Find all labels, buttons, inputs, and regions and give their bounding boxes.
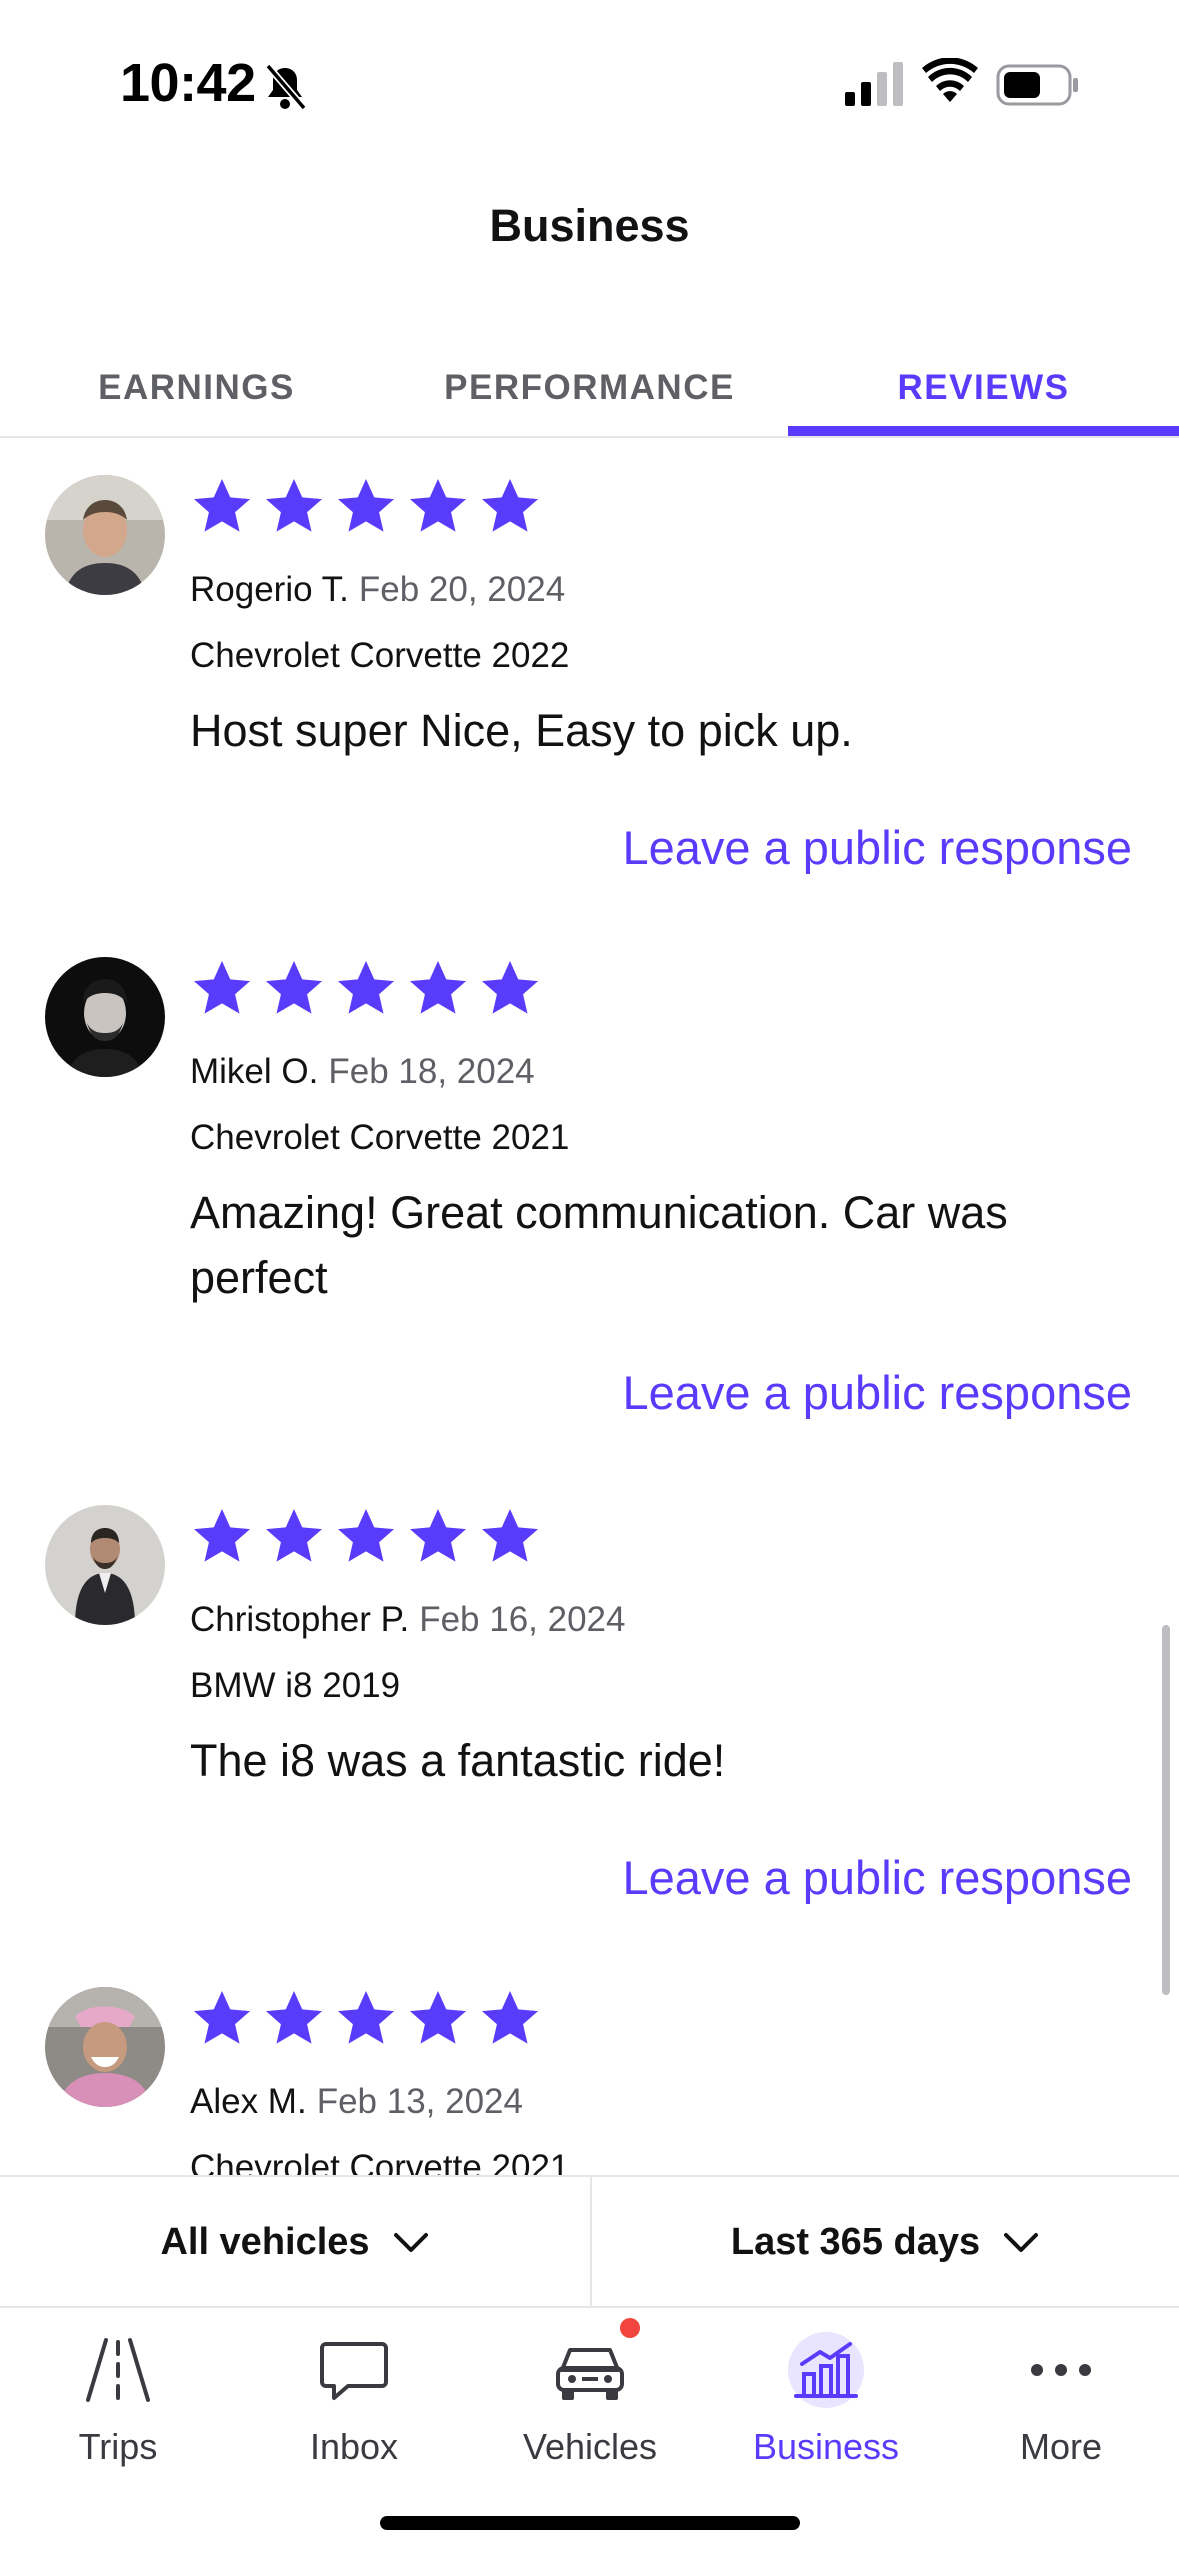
reviewer-meta: Mikel O. Feb 18, 2024 xyxy=(190,1052,535,1092)
cellular-signal-icon xyxy=(845,62,903,106)
rating-stars xyxy=(190,957,542,1021)
review-date: Feb 16, 2024 xyxy=(419,1600,626,1639)
status-bar: 10:42 xyxy=(0,0,1179,150)
reviewer-avatar xyxy=(45,1505,165,1625)
nav-trips[interactable]: Trips xyxy=(0,2310,236,2467)
star-icon xyxy=(194,1509,250,1562)
reviews-list[interactable]: Rogerio T. Feb 20, 2024 Chevrolet Corvett… xyxy=(0,440,1179,2175)
star-icon xyxy=(410,479,466,532)
star-icon xyxy=(338,961,394,1014)
tab-reviews[interactable]: REVIEWS xyxy=(788,338,1179,438)
star-icon xyxy=(482,1509,538,1562)
vehicle-filter-dropdown[interactable]: All vehicles xyxy=(0,2177,590,2308)
star-icon xyxy=(410,961,466,1014)
filter-bar: All vehicles Last 365 days xyxy=(0,2175,1179,2308)
review-date: Feb 13, 2024 xyxy=(316,2082,523,2121)
review-vehicle: BMW i8 2019 xyxy=(190,1666,401,1705)
nav-inbox[interactable]: Inbox xyxy=(236,2310,472,2467)
star-icon xyxy=(482,479,538,532)
nav-label: Vehicles xyxy=(522,2426,658,2467)
tab-earnings[interactable]: EARNINGS xyxy=(0,338,393,438)
tab-bar: EARNINGS PERFORMANCE REVIEWS xyxy=(0,338,1179,438)
star-icon xyxy=(338,1991,394,2044)
reviewer-meta: Rogerio T. Feb 20, 2024 xyxy=(190,570,565,610)
nav-label: Business xyxy=(752,2426,900,2467)
reviewer-avatar xyxy=(45,1987,165,2107)
rating-stars xyxy=(190,475,542,539)
bar-chart-icon xyxy=(788,2332,864,2408)
star-icon xyxy=(194,1991,250,2044)
reviewer-meta: Alex M. Feb 13, 2024 xyxy=(190,2082,523,2122)
home-indicator[interactable] xyxy=(380,2516,800,2530)
star-icon xyxy=(266,479,322,532)
star-icon xyxy=(194,961,250,1014)
star-icon xyxy=(338,479,394,532)
road-icon xyxy=(86,2338,150,2402)
tab-performance[interactable]: PERFORMANCE xyxy=(393,338,786,438)
reviewer-name: Christopher P. xyxy=(190,1600,410,1639)
period-filter-label: Last 365 days xyxy=(730,2221,981,2263)
nav-vehicles[interactable]: Vehicles xyxy=(472,2310,708,2467)
star-icon xyxy=(266,1991,322,2044)
reviewer-avatar xyxy=(45,475,165,595)
star-icon xyxy=(410,1509,466,1562)
review-vehicle: Chevrolet Corvette 2021 xyxy=(190,2148,570,2175)
more-dots-icon xyxy=(1031,2364,1091,2376)
star-icon xyxy=(266,1509,322,1562)
chat-bubble-icon xyxy=(320,2342,388,2400)
notification-badge xyxy=(620,2318,640,2338)
review-vehicle: Chevrolet Corvette 2021 xyxy=(190,1118,570,1157)
nav-more[interactable]: More xyxy=(943,2310,1179,2467)
car-icon xyxy=(556,2348,624,2400)
battery-icon xyxy=(996,64,1078,106)
reviewer-meta: Christopher P. Feb 16, 2024 xyxy=(190,1600,625,1640)
chevron-down-icon xyxy=(1004,2232,1039,2252)
bell-muted-icon xyxy=(265,63,307,111)
chevron-down-icon xyxy=(393,2232,428,2252)
rating-stars xyxy=(190,1987,542,2051)
reviewer-name: Rogerio T. xyxy=(190,570,349,609)
review-date: Feb 18, 2024 xyxy=(328,1052,535,1091)
page-title: Business xyxy=(489,200,690,251)
review-text: Host super Nice, Easy to pick up. xyxy=(190,705,853,756)
star-icon xyxy=(482,961,538,1014)
nav-label: More xyxy=(1019,2426,1103,2467)
star-icon xyxy=(194,479,250,532)
leave-public-response-link[interactable]: Leave a public response xyxy=(622,1365,1132,1420)
reviewer-name: Alex M. xyxy=(190,2082,307,2121)
reviewer-name: Mikel O. xyxy=(190,1052,319,1091)
reviewer-avatar xyxy=(45,957,165,1077)
wifi-icon xyxy=(922,58,978,102)
star-icon xyxy=(266,961,322,1014)
rating-stars xyxy=(190,1505,542,1569)
review-date: Feb 20, 2024 xyxy=(358,570,566,609)
star-icon xyxy=(482,1991,538,2044)
nav-business[interactable]: Business xyxy=(708,2310,944,2467)
vehicle-filter-label: All vehicles xyxy=(160,2221,370,2263)
review-text: The i8 was a fantastic ride! xyxy=(190,1735,726,1786)
nav-label: Inbox xyxy=(309,2426,399,2467)
star-icon xyxy=(338,1509,394,1562)
star-icon xyxy=(410,1991,466,2044)
nav-label: Trips xyxy=(78,2426,158,2467)
active-tab-indicator xyxy=(788,426,1179,436)
period-filter-dropdown[interactable]: Last 365 days xyxy=(592,2177,1179,2308)
leave-public-response-link[interactable]: Leave a public response xyxy=(622,1850,1132,1905)
review-vehicle: Chevrolet Corvette 2022 xyxy=(190,636,570,675)
scrollbar[interactable] xyxy=(1162,1625,1170,1995)
leave-public-response-link[interactable]: Leave a public response xyxy=(622,820,1132,875)
status-time: 10:42 xyxy=(120,53,256,113)
review-text: Amazing! Great communication. Car was pe… xyxy=(190,1187,1008,1303)
